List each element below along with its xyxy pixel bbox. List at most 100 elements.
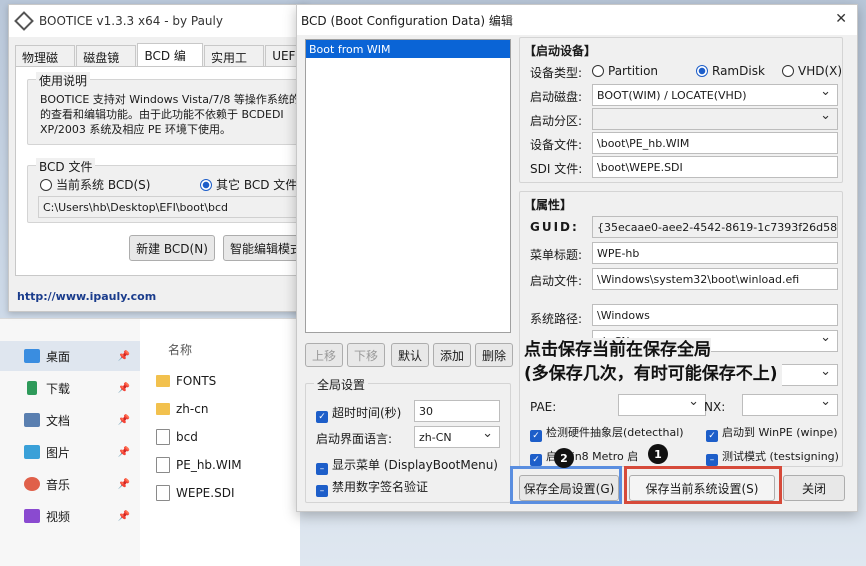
new-bcd-button[interactable]: 新建 BCD(N) bbox=[129, 235, 215, 261]
sdi-file-input[interactable]: \boot\WEPE.SDI bbox=[592, 156, 838, 178]
nav-item-music[interactable]: 音乐 📌 bbox=[0, 469, 140, 499]
bcd-path-field[interactable]: C:\Users\hb\Desktop\EFI\boot\bcd bbox=[38, 196, 308, 218]
no-integrity-checkbox[interactable]: – 禁用数字签名验证 bbox=[316, 478, 428, 497]
bootice-tabs: 物理磁盘 磁盘镜像 BCD 编辑 实用工具 UEFI bbox=[15, 43, 307, 82]
bootice-titlebar[interactable]: BOOTICE v1.3.3 x64 - by Pauly bbox=[9, 5, 309, 37]
nx-label: NX: bbox=[704, 400, 726, 414]
guid-label: GUID: bbox=[530, 220, 579, 234]
desktop-icon bbox=[24, 349, 40, 363]
nav-item-desktop[interactable]: 桌面 📌 bbox=[0, 341, 140, 371]
radio-selected-icon bbox=[200, 179, 212, 191]
radio-label: VHD(X) bbox=[798, 64, 843, 78]
radio-current-bcd[interactable]: 当前系统 BCD(S) bbox=[40, 176, 150, 193]
checkbox-label: 显示菜单 (DisplayBootMenu) bbox=[332, 458, 498, 472]
radio-selected-icon bbox=[696, 65, 708, 77]
file-item-fonts[interactable]: FONTS bbox=[156, 369, 216, 393]
winpe-checkbox[interactable]: ✓ 启动到 WinPE (winpe) bbox=[706, 424, 838, 442]
radio-label: 其它 BCD 文件(C bbox=[216, 178, 308, 192]
nav-item-pictures[interactable]: 图片 📌 bbox=[0, 437, 140, 467]
timeout-checkbox[interactable]: ✓ 超时时间(秒) bbox=[316, 404, 401, 423]
close-button[interactable]: 关闭 bbox=[783, 475, 845, 501]
radio-icon bbox=[40, 179, 52, 191]
nav-item-documents[interactable]: 文档 📌 bbox=[0, 405, 140, 435]
file-explorer-window: 桌面 📌 下载 📌 文档 📌 图片 📌 音乐 📌 视频 📌 名称 FONTS z… bbox=[0, 318, 300, 566]
file-item-bcd[interactable]: bcd bbox=[156, 425, 198, 449]
pin-icon: 📌 bbox=[117, 446, 130, 458]
add-entry-button[interactable]: 添加 bbox=[433, 343, 471, 367]
radio-label: 当前系统 BCD(S) bbox=[56, 178, 151, 192]
usage-line: XP/2003 系统及相应 PE 环境下使用。 bbox=[40, 123, 231, 136]
pae-label: PAE: bbox=[530, 400, 557, 414]
set-default-button[interactable]: 默认 bbox=[391, 343, 429, 367]
file-item-wepe-sdi[interactable]: WEPE.SDI bbox=[156, 481, 234, 505]
bootice-window: BOOTICE v1.3.3 x64 - by Pauly 物理磁盘 磁盘镜像 … bbox=[8, 4, 309, 312]
column-header-name[interactable]: 名称 bbox=[168, 341, 192, 358]
move-up-button[interactable]: 上移 bbox=[305, 343, 343, 367]
boot-entry-list[interactable]: Boot from WIM bbox=[305, 39, 511, 333]
testsigning-checkbox[interactable]: – 测试模式 (testsigning) bbox=[706, 448, 839, 466]
close-icon[interactable]: ✕ bbox=[835, 11, 847, 27]
bcd-file-group: BCD 文件 当前系统 BCD(S) 其它 BCD 文件(C C:\Users\… bbox=[27, 158, 308, 223]
pae-select[interactable] bbox=[618, 394, 706, 416]
videos-icon bbox=[24, 509, 40, 523]
tab-utilities[interactable]: 实用工具 bbox=[203, 45, 265, 82]
step-badge-1: 1 bbox=[648, 444, 668, 464]
pin-icon: 📌 bbox=[117, 478, 130, 490]
radio-vhd[interactable]: VHD(X) bbox=[782, 64, 842, 78]
sdi-file-label: SDI 文件: bbox=[530, 162, 583, 176]
list-item[interactable]: Boot from WIM bbox=[306, 40, 510, 58]
radio-icon bbox=[592, 65, 604, 77]
boot-device-group: 【启动设备】 设备类型: Partition RamDisk VHD(X) 启动… bbox=[519, 37, 843, 183]
file-icon bbox=[156, 485, 170, 501]
radio-partition[interactable]: Partition bbox=[592, 64, 658, 78]
tab-physical-disk[interactable]: 物理磁盘 bbox=[15, 45, 76, 82]
boot-disk-select[interactable]: BOOT(WIM) / LOCATE(VHD) bbox=[592, 84, 838, 106]
system-path-input[interactable]: \Windows bbox=[592, 304, 838, 326]
usage-line: BOOTICE 支持对 Windows Vista/7/8 等操作系统的启 bbox=[40, 93, 306, 106]
radio-ramdisk[interactable]: RamDisk bbox=[696, 64, 765, 78]
device-file-input[interactable]: \boot\PE_hb.WIM bbox=[592, 132, 838, 154]
radio-other-bcd[interactable]: 其它 BCD 文件(C bbox=[200, 176, 308, 193]
checkbox-checked-icon: ✓ bbox=[530, 430, 542, 442]
nav-item-downloads[interactable]: 下载 📌 bbox=[0, 373, 140, 403]
radio-label: RamDisk bbox=[712, 64, 765, 78]
checkbox-checked-icon: ✓ bbox=[706, 430, 718, 442]
file-name: zh-cn bbox=[176, 402, 209, 416]
ui-language-label: 启动界面语言: bbox=[316, 432, 393, 446]
checkbox-checked-icon: ✓ bbox=[316, 411, 328, 423]
annotation-line-1: 点击保存当前在保存全局 bbox=[524, 338, 711, 362]
move-down-button[interactable]: 下移 bbox=[347, 343, 385, 367]
boot-disk-label: 启动磁盘: bbox=[530, 90, 583, 104]
metro-checkbox[interactable]: ✓启Win8 Metro 启面 bbox=[530, 448, 663, 466]
ui-language-select[interactable]: zh-CN bbox=[414, 426, 500, 448]
tab-bcd-edit[interactable]: BCD 编辑 bbox=[137, 43, 203, 80]
dialog-title: BCD (Boot Configuration Data) 编辑 bbox=[301, 13, 513, 28]
tab-disk-image[interactable]: 磁盘镜像 bbox=[76, 45, 137, 82]
annotation-frame-save-global bbox=[510, 466, 622, 504]
bcd-titlebar[interactable]: BCD (Boot Configuration Data) 编辑 ✕ bbox=[297, 5, 857, 35]
file-item-zh-cn[interactable]: zh-cn bbox=[156, 397, 208, 421]
global-settings-group: 全局设置 ✓ 超时时间(秒) 30 启动界面语言: zh-CN –显示菜单 (Di… bbox=[305, 376, 511, 503]
nx-select[interactable] bbox=[742, 394, 838, 416]
checkbox-indeterminate-icon: – bbox=[316, 463, 328, 475]
global-settings-title: 全局设置 bbox=[314, 376, 369, 393]
boot-partition-select[interactable] bbox=[592, 108, 838, 130]
checkbox-indeterminate-icon: – bbox=[706, 454, 718, 466]
detecthal-checkbox[interactable]: ✓ 检测硬件抽象层(detecthal) bbox=[530, 424, 684, 442]
boot-partition-label: 启动分区: bbox=[530, 114, 583, 128]
device-file-label: 设备文件: bbox=[530, 138, 583, 152]
system-path-label: 系统路径: bbox=[530, 312, 583, 326]
nav-item-label: 文档 bbox=[46, 413, 71, 428]
menu-title-input[interactable]: WPE-hb bbox=[592, 242, 838, 264]
delete-entry-button[interactable]: 删除 bbox=[475, 343, 513, 367]
music-icon bbox=[24, 477, 40, 491]
display-menu-checkbox[interactable]: – 显示菜单 (DisplayBootMenu) bbox=[316, 456, 498, 475]
folder-icon bbox=[156, 375, 170, 387]
timeout-input[interactable]: 30 bbox=[414, 400, 500, 422]
boot-file-input[interactable]: \Windows\system32\boot\winload.efi bbox=[592, 268, 838, 290]
nav-item-videos[interactable]: 视频 📌 bbox=[0, 501, 140, 531]
guid-field[interactable]: {35ecaae0-aee2-4542-8619-1c7393f26d58} bbox=[592, 216, 838, 238]
file-item-pe-wim[interactable]: PE_hb.WIM bbox=[156, 453, 242, 477]
website-link[interactable]: http://www.ipauly.com bbox=[17, 290, 156, 303]
checkbox-label: 超时时间(秒) bbox=[332, 406, 402, 420]
